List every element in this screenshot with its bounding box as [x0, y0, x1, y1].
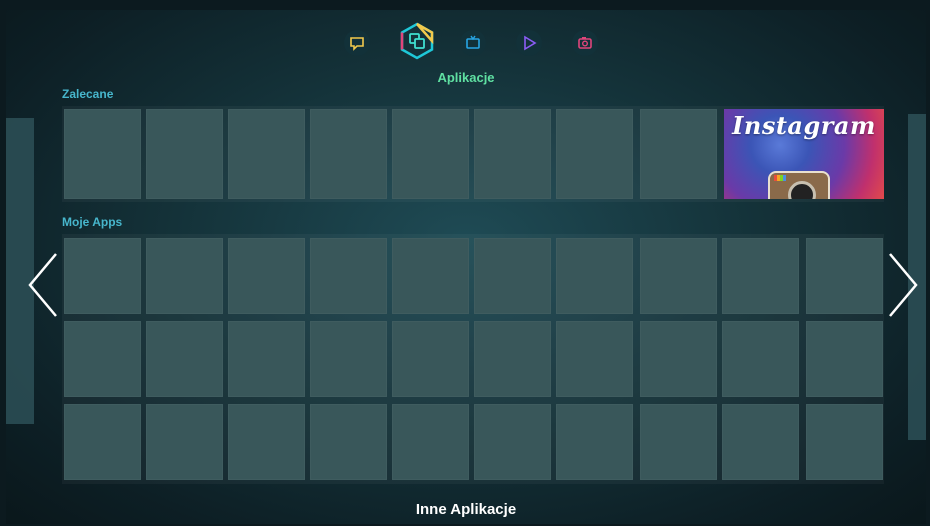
my-app-tile[interactable]: [146, 238, 223, 314]
chat-icon: [350, 37, 364, 51]
chevron-right-icon: [889, 253, 918, 317]
my-app-tile[interactable]: [474, 238, 551, 314]
my-app-tile[interactable]: [392, 321, 469, 397]
my-app-tile[interactable]: [722, 404, 799, 480]
recommended-tile[interactable]: [146, 109, 223, 199]
nav-photos[interactable]: [572, 30, 598, 56]
instagram-camera-icon: [768, 171, 830, 199]
my-app-tile[interactable]: [64, 238, 141, 314]
my-app-tile[interactable]: [64, 321, 141, 397]
scroll-right-arrow[interactable]: [884, 250, 920, 320]
my-app-tile[interactable]: [722, 238, 799, 314]
recommended-tile[interactable]: [640, 109, 717, 199]
recommended-tile[interactable]: [392, 109, 469, 199]
recommended-tile[interactable]: [64, 109, 141, 199]
my-app-tile[interactable]: [556, 404, 633, 480]
my-app-tile[interactable]: [310, 238, 387, 314]
my-app-tile[interactable]: [806, 321, 883, 397]
my-app-tile[interactable]: [556, 321, 633, 397]
my-app-tile[interactable]: [806, 404, 883, 480]
tv-icon: [466, 35, 480, 49]
nav-video[interactable]: [516, 30, 542, 56]
chevron-left-icon: [28, 253, 57, 317]
my-app-tile[interactable]: [228, 404, 305, 480]
top-navigation: Aplikacje: [6, 20, 926, 85]
recommended-tile[interactable]: [228, 109, 305, 199]
instagram-logo-text: Instagram: [732, 111, 876, 140]
more-apps-button[interactable]: Inne Aplikacje: [6, 501, 926, 518]
my-app-tile[interactable]: [310, 321, 387, 397]
play-icon: [524, 35, 537, 51]
apps-icon: [400, 22, 434, 60]
my-app-tile[interactable]: [640, 238, 717, 314]
my-app-tile[interactable]: [474, 404, 551, 480]
section-title-my-apps: Moje Apps: [62, 215, 123, 229]
section-title-recommended: Zalecane: [62, 87, 114, 101]
my-app-tile[interactable]: [556, 238, 633, 314]
my-app-tile[interactable]: [146, 321, 223, 397]
nav-apps[interactable]: [398, 22, 436, 60]
my-app-tile[interactable]: [640, 321, 717, 397]
recommended-tile[interactable]: [556, 109, 633, 199]
my-app-tile[interactable]: [64, 404, 141, 480]
my-app-tile[interactable]: [310, 404, 387, 480]
my-app-tile[interactable]: [474, 321, 551, 397]
scroll-left-arrow[interactable]: [26, 250, 62, 320]
recommended-tile[interactable]: [310, 109, 387, 199]
my-app-tile[interactable]: [146, 404, 223, 480]
my-app-tile[interactable]: [640, 404, 717, 480]
smart-hub-screen: Aplikacje Zalecane Instagram Moje Apps I…: [6, 10, 926, 524]
my-app-tile[interactable]: [392, 238, 469, 314]
my-app-tile[interactable]: [392, 404, 469, 480]
instagram-tile[interactable]: Instagram: [724, 109, 884, 199]
active-nav-label: Aplikacje: [437, 70, 495, 85]
nav-chat[interactable]: [344, 30, 370, 56]
my-app-tile[interactable]: [806, 238, 883, 314]
camera-icon: [578, 37, 592, 49]
nav-tv[interactable]: [460, 30, 486, 56]
my-app-tile[interactable]: [722, 321, 799, 397]
my-app-tile[interactable]: [228, 238, 305, 314]
recommended-tile[interactable]: [474, 109, 551, 199]
my-app-tile[interactable]: [228, 321, 305, 397]
